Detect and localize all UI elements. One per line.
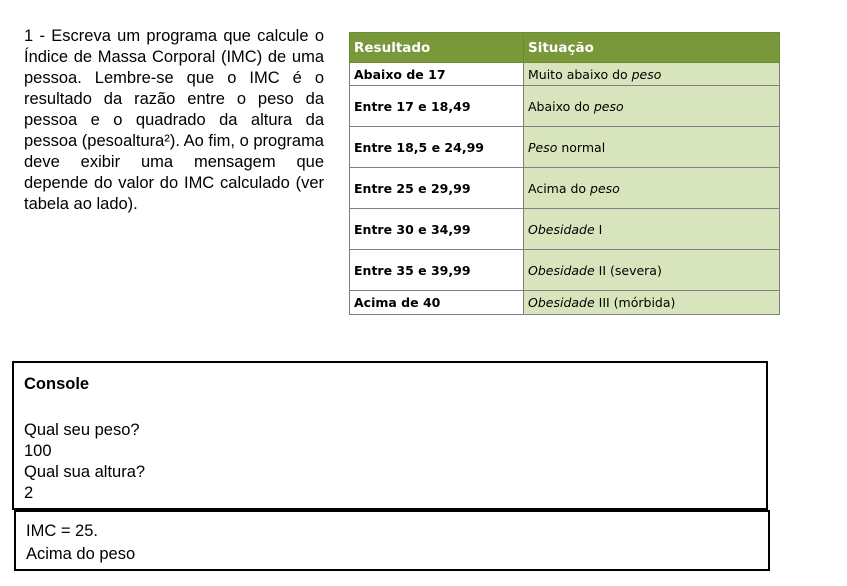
header-situacao: Situação xyxy=(523,32,780,63)
cell-situacao: Acima do peso xyxy=(523,167,780,209)
console-line: 2 xyxy=(24,484,34,502)
situacao-em: peso xyxy=(593,98,624,114)
situacao-pre: Muito abaixo do xyxy=(528,66,632,82)
situacao-em: peso xyxy=(590,180,620,196)
table-row: Acima de 40 Obesidade III (mórbida) xyxy=(349,290,780,315)
cell-situacao: Obesidade I xyxy=(523,208,780,250)
table-row: Entre 35 e 39,99 Obesidade II (severa) xyxy=(349,249,780,291)
cell-situacao: Abaixo do peso xyxy=(523,85,780,127)
table-row: Abaixo de 17 Muito abaixo do peso xyxy=(349,62,780,86)
situacao-em: peso xyxy=(631,66,662,82)
cell-situacao: Obesidade III (mórbida) xyxy=(523,290,780,315)
cell-resultado: Abaixo de 17 xyxy=(349,62,524,86)
exercise-statement: 1 - Escreva um programa que calcule o Ín… xyxy=(24,26,324,215)
result-line: IMC = 25. xyxy=(26,522,98,540)
result-line: Acima do peso xyxy=(26,545,136,563)
table-row: Entre 17 e 18,49 Abaixo do peso xyxy=(349,85,780,127)
cell-situacao: Obesidade II (severa) xyxy=(523,249,780,291)
console-lines: Qual seu peso? 100 Qual sua altura? 2 xyxy=(24,420,145,504)
table-row: Entre 30 e 34,99 Obesidade I xyxy=(349,208,780,250)
console-line: 100 xyxy=(24,442,52,460)
situacao-post: II (severa) xyxy=(594,262,662,278)
console-line: Qual sua altura? xyxy=(24,463,146,481)
cell-situacao: Muito abaixo do peso xyxy=(523,62,780,86)
situacao-post: III (mórbida) xyxy=(594,295,676,310)
cell-situacao: Peso normal xyxy=(523,126,780,168)
situacao-post: normal xyxy=(557,139,606,155)
console-title: Console xyxy=(24,375,90,393)
situacao-em: Obesidade xyxy=(528,221,595,237)
cell-resultado: Entre 18,5 e 24,99 xyxy=(349,126,524,168)
header-resultado: Resultado xyxy=(349,32,524,63)
result-lines: IMC = 25. Acima do peso xyxy=(26,520,135,566)
situacao-em: Obesidade xyxy=(528,295,595,310)
cell-resultado: Entre 35 e 39,99 xyxy=(349,249,524,291)
console-box: Console Qual seu peso? 100 Qual sua altu… xyxy=(12,361,768,510)
cell-resultado: Acima de 40 xyxy=(349,290,524,315)
situacao-post: I xyxy=(594,221,603,237)
exercise-text: 1 - Escreva um programa que calcule o Ín… xyxy=(24,27,324,213)
console-line: Qual seu peso? xyxy=(24,421,140,439)
cell-resultado: Entre 30 e 34,99 xyxy=(349,208,524,250)
situacao-em: Peso xyxy=(528,139,558,155)
result-box: IMC = 25. Acima do peso xyxy=(14,510,770,571)
table-row: Entre 25 e 29,99 Acima do peso xyxy=(349,167,780,209)
cell-resultado: Entre 17 e 18,49 xyxy=(349,85,524,127)
situacao-em: Obesidade xyxy=(528,262,595,278)
cell-resultado: Entre 25 e 29,99 xyxy=(349,167,524,209)
table-header-row: Resultado Situação xyxy=(349,32,780,63)
imc-table: Resultado Situação Abaixo de 17 Muito ab… xyxy=(349,32,780,315)
situacao-pre: Acima do xyxy=(528,180,591,196)
table-row: Entre 18,5 e 24,99 Peso normal xyxy=(349,126,780,168)
situacao-pre: Abaixo do xyxy=(528,98,594,114)
